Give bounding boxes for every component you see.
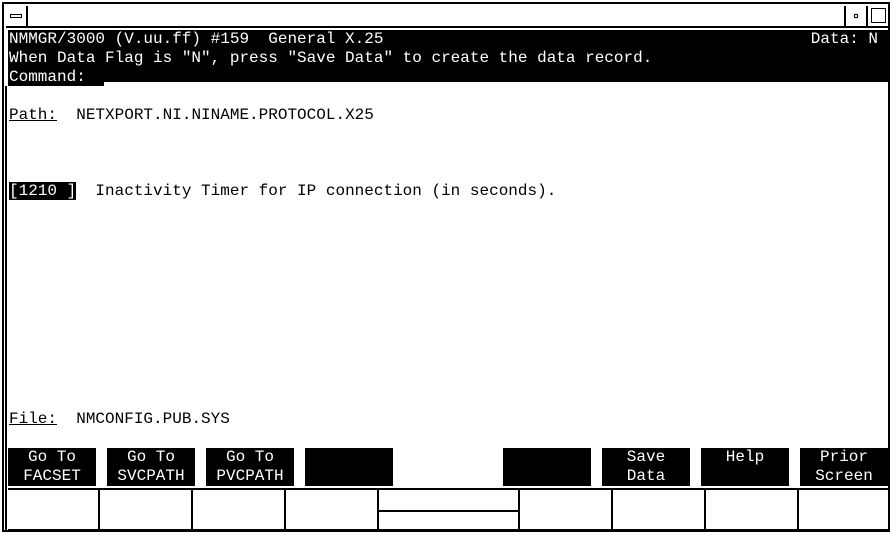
f2-goto-svcpath-button[interactable]: Go To SVCPATH bbox=[107, 448, 195, 486]
softkey-slot-3[interactable] bbox=[193, 490, 286, 529]
f6-line2: Data bbox=[626, 467, 666, 485]
f6-save-data-button[interactable]: Save Data bbox=[602, 448, 690, 486]
window-menu-button[interactable] bbox=[6, 6, 28, 26]
f2-line1: Go To bbox=[126, 448, 175, 466]
softkey-slot-1[interactable] bbox=[8, 490, 100, 529]
softkey-slot-5[interactable] bbox=[520, 490, 613, 529]
f1-line2: FACSET bbox=[23, 467, 81, 485]
file-value: NMCONFIG.PUB.SYS bbox=[76, 410, 230, 428]
f8-prior-screen-button[interactable]: Prior Screen bbox=[800, 448, 888, 486]
file-row: File: NMCONFIG.PUB.SYS bbox=[9, 410, 230, 428]
terminal-left-border bbox=[5, 86, 7, 532]
f1-line1: Go To bbox=[27, 448, 76, 466]
f7-line1: Help bbox=[725, 448, 765, 466]
f5-blank-button[interactable] bbox=[503, 448, 591, 486]
softkey-slot-6[interactable] bbox=[613, 490, 706, 529]
minimize-button[interactable] bbox=[844, 6, 866, 26]
softkey-label-strip bbox=[8, 488, 888, 532]
softkey-slot-7[interactable] bbox=[706, 490, 799, 529]
path-label: Path: bbox=[9, 106, 58, 124]
f8-line2: Screen bbox=[815, 467, 873, 485]
softkey-center-slot bbox=[379, 490, 520, 529]
inactivity-timer-label: Inactivity Timer for IP connection (in s… bbox=[95, 182, 557, 200]
f1-goto-facset-button[interactable]: Go To FACSET bbox=[8, 448, 96, 486]
minimize-icon bbox=[854, 14, 858, 18]
maximize-icon bbox=[871, 8, 886, 23]
status-message: When Data Flag is "N", press "Save Data"… bbox=[9, 49, 653, 67]
maximize-button[interactable] bbox=[866, 6, 888, 26]
function-key-bar: Go To FACSET Go To SVCPATH Go To PVCPATH… bbox=[8, 448, 888, 486]
softkey-slot-8[interactable] bbox=[799, 490, 888, 529]
data-flag: Data: N bbox=[810, 30, 878, 48]
f3-line1: Go To bbox=[225, 448, 274, 466]
f7-help-button[interactable]: Help bbox=[701, 448, 789, 486]
path-value: NETXPORT.NI.NINAME.PROTOCOL.X25 bbox=[76, 106, 374, 124]
file-label: File: bbox=[9, 410, 58, 428]
f2-line2: SVCPATH bbox=[117, 467, 185, 485]
window-titlebar bbox=[6, 6, 888, 28]
f8-line1: Prior bbox=[819, 448, 868, 466]
f4-blank-button[interactable] bbox=[305, 448, 393, 486]
window-menu-icon bbox=[10, 14, 22, 18]
path-row: Path: NETXPORT.NI.NINAME.PROTOCOL.X25 bbox=[9, 106, 374, 124]
screen-title: NMMGR/3000 (V.uu.ff) #159 General X.25 bbox=[9, 30, 384, 48]
command-input[interactable] bbox=[104, 82, 888, 86]
terminal-header: NMMGR/3000 (V.uu.ff) #159 General X.25 D… bbox=[8, 30, 888, 86]
inactivity-timer-input[interactable]: [1210 ] bbox=[9, 182, 77, 200]
softkey-slot-2[interactable] bbox=[100, 490, 193, 529]
softkey-slot-4[interactable] bbox=[286, 490, 379, 529]
f3-line2: PVCPATH bbox=[216, 467, 284, 485]
f6-line1: Save bbox=[626, 448, 666, 466]
field-row: [1210 ] Inactivity Timer for IP connecti… bbox=[9, 182, 556, 200]
command-label: Command: bbox=[9, 68, 86, 86]
center-divider bbox=[379, 510, 518, 512]
f3-goto-pvcpath-button[interactable]: Go To PVCPATH bbox=[206, 448, 294, 486]
